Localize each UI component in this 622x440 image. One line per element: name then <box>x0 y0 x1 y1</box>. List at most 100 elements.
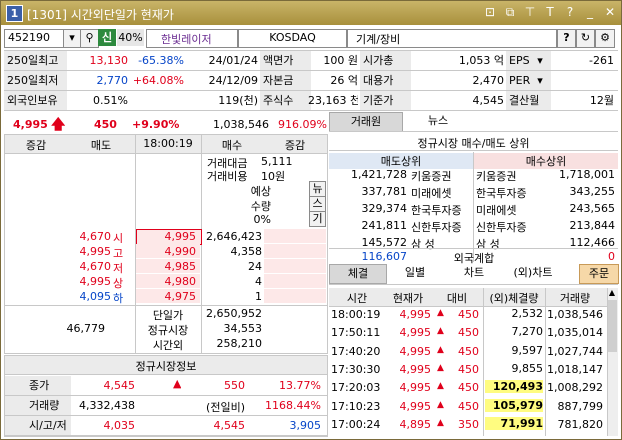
expected-label: 0% <box>253 213 271 226</box>
chevron-down-icon: ▾ <box>69 31 75 44</box>
summary-key2: 대용가 <box>360 71 411 90</box>
bid-level-bar <box>264 289 326 303</box>
tab-1[interactable]: 일별 <box>386 264 444 282</box>
app-window: 1 [1301] 시간외단일가 현재가 ⊡ ⧉ ⊤ T ? _ ✕ 452190… <box>0 0 622 440</box>
tab-3[interactable]: (외)차트 <box>504 264 562 282</box>
minimize-icon[interactable]: _ <box>583 5 597 20</box>
pin-icon[interactable]: ⊤ <box>523 5 537 20</box>
up-triangle-icon: ▲ <box>437 381 444 392</box>
trade-accum: 1,038,546 <box>547 308 603 321</box>
stat-label: 고 <box>113 247 124 260</box>
summary-val1: 23,163 천 <box>308 94 358 107</box>
stock-code-dropdown[interactable]: ▾ <box>63 29 81 48</box>
sell-broker: 키움증권 <box>411 170 452 183</box>
font-size-icon[interactable]: T <box>543 5 557 20</box>
copy-window-icon[interactable]: ⧉ <box>503 5 517 20</box>
expected-label: 예상 <box>250 185 271 198</box>
title-bar[interactable]: 1 [1301] 시간외단일가 현재가 ⊡ ⧉ ⊤ T ? _ ✕ <box>1 1 621 25</box>
col-divider <box>483 288 484 436</box>
row-divider <box>329 150 618 151</box>
help-icon[interactable]: ? <box>563 5 577 20</box>
trade-volume: 120,493 <box>485 380 543 394</box>
bottom-label: 정규시장 <box>147 324 189 337</box>
stat-label: 시 <box>113 232 124 245</box>
trade-diff: 450 <box>458 399 479 413</box>
foreign-buy: 0 <box>608 250 615 263</box>
level-price: 4,990 <box>164 245 197 258</box>
row-divider <box>5 435 327 436</box>
summary-date: 24/01/24 <box>208 54 258 67</box>
level-price: 4,975 <box>164 290 197 303</box>
side-button[interactable]: 뉴 <box>309 181 326 197</box>
scroll-up-icon[interactable]: ▲ <box>607 288 617 298</box>
sell-volume: 241,811 <box>361 219 408 232</box>
regular-a: 4,035 <box>103 419 136 432</box>
bottom-value: 34,553 <box>223 322 263 335</box>
regular-label: 시/고/저 <box>5 416 71 435</box>
trade-time: 17:00:24 <box>331 417 381 431</box>
per-dropdown[interactable]: ▾ <box>534 71 546 90</box>
summary-val3: 12월 <box>589 94 614 107</box>
link-icon[interactable]: ⊡ <box>483 5 497 20</box>
refresh-button[interactable]: ↻ <box>576 29 595 48</box>
summary-val1: 100 원 <box>323 54 358 67</box>
screen-number-badge: 1 <box>6 5 23 22</box>
regular-b: 4,545 <box>213 419 246 432</box>
bottom-value: 2,650,952 <box>206 307 262 320</box>
help-button[interactable]: ? <box>557 29 576 48</box>
buy-broker: 신한투자증 <box>476 221 527 234</box>
trade-time: 17:10:23 <box>331 399 381 413</box>
tab-divider <box>329 131 618 132</box>
search-button[interactable]: ⚲ <box>80 29 99 48</box>
sell-broker: 한국투자증 <box>411 204 462 217</box>
regular-label: 거래량 <box>5 396 71 415</box>
tab-4[interactable]: 주문 <box>579 264 619 284</box>
summary-key2: 기준가 <box>360 91 411 110</box>
trade-volume: 71,991 <box>485 416 543 430</box>
sell-volume: 329,374 <box>361 202 408 215</box>
cost-value: 10원 <box>261 170 286 183</box>
sell-broker: 신한투자증 <box>411 221 462 234</box>
summary-val2: 4,545 <box>472 94 505 107</box>
tab-news[interactable]: 뉴스 <box>403 112 473 130</box>
trade-accum: 1,027,744 <box>547 344 603 358</box>
orderbook-col-header: 증감 <box>25 139 47 152</box>
trade-time: 17:20:03 <box>331 381 381 395</box>
stock-code-input[interactable]: 452190 <box>4 29 64 48</box>
trades-col-header: 현재가 <box>392 292 424 305</box>
summary-key3: 결산월 <box>506 91 551 110</box>
tab-2[interactable]: 차트 <box>445 264 503 282</box>
summary-val3: -261 <box>589 54 614 67</box>
market-field: KOSDAQ <box>238 29 347 48</box>
trade-price: 4,995 <box>399 344 432 358</box>
level-qty: 2,646,423 <box>206 230 262 243</box>
trade-time: 17:50:11 <box>331 326 381 340</box>
up-triangle-icon: ▲ <box>437 326 444 337</box>
summary-key1: 액면가 <box>260 51 311 70</box>
trade-diff: 450 <box>458 326 479 340</box>
scroll-thumb[interactable] <box>608 300 617 352</box>
summary-price: 13,130 <box>89 54 129 67</box>
up-triangle-icon: ▲ <box>437 308 444 318</box>
eps-dropdown[interactable]: ▾ <box>534 51 546 70</box>
side-button[interactable]: 스 <box>309 196 326 212</box>
settings-button[interactable]: ⚙ <box>595 29 615 48</box>
tab-0[interactable]: 체결 <box>329 264 387 284</box>
trade-time: 17:40:20 <box>331 344 381 358</box>
summary-val2: 2,470 <box>472 74 505 87</box>
up-triangle-icon: ▲ <box>437 417 444 428</box>
sell-broker: 미래에셋 <box>411 187 452 200</box>
summary-label: 250일최고 <box>4 51 67 70</box>
close-icon[interactable]: ✕ <box>603 5 617 20</box>
stock-name-field[interactable]: 한빛레이저 <box>146 29 238 48</box>
side-button[interactable]: 기 <box>309 211 326 227</box>
window-title: [1301] 시간외단일가 현재가 <box>27 8 174 22</box>
tab-broker[interactable]: 거래원 <box>329 112 403 132</box>
level-price: 4,995 <box>164 230 197 243</box>
regular-b: (전일비) <box>206 401 245 414</box>
summary-val1: 26 억 <box>330 74 358 87</box>
summary-key2: 시가총 <box>360 51 411 70</box>
trade-volume: 9,597 <box>511 343 544 357</box>
trades-col-header: 대비 <box>446 292 468 305</box>
regular-title: 정규시장정보 <box>135 360 197 373</box>
